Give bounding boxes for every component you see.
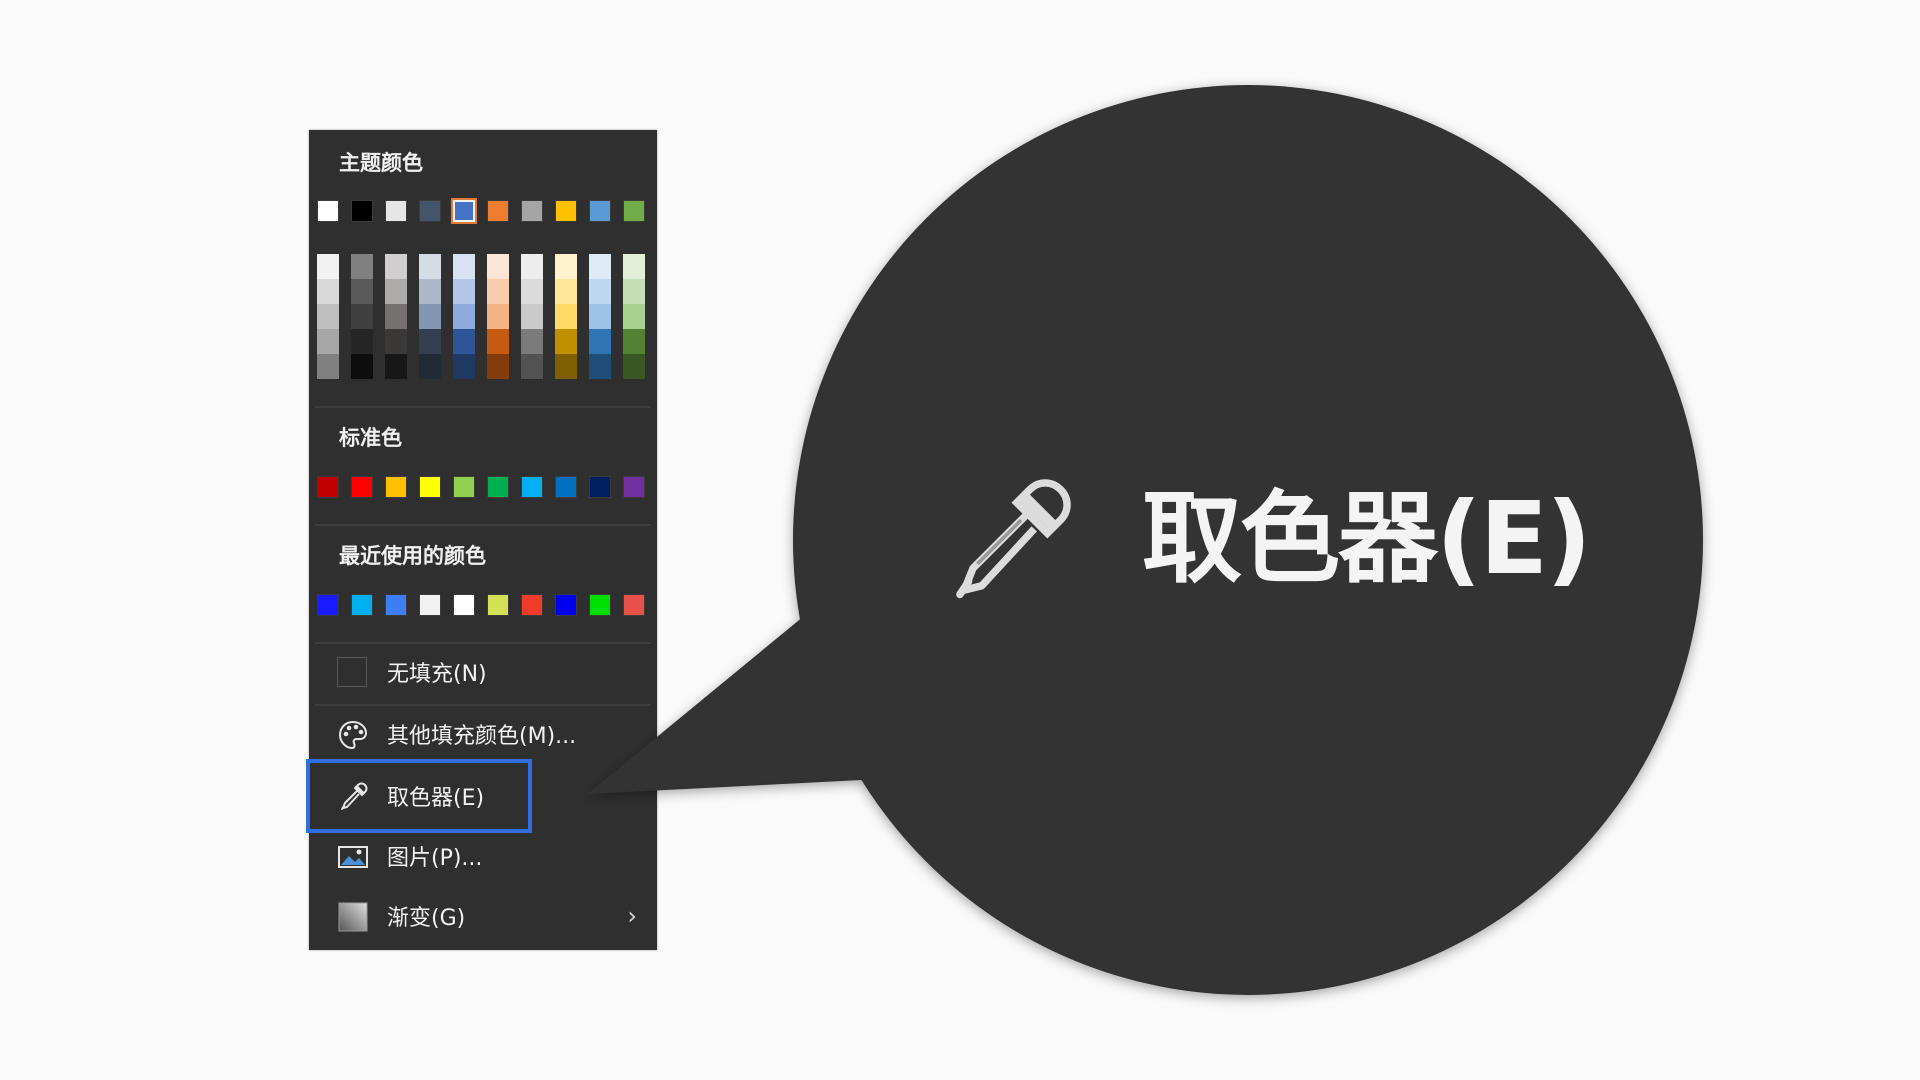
eyedropper-icon: [938, 472, 1078, 612]
zoomed-eyedropper-label: 取色器(E): [1142, 480, 1592, 597]
